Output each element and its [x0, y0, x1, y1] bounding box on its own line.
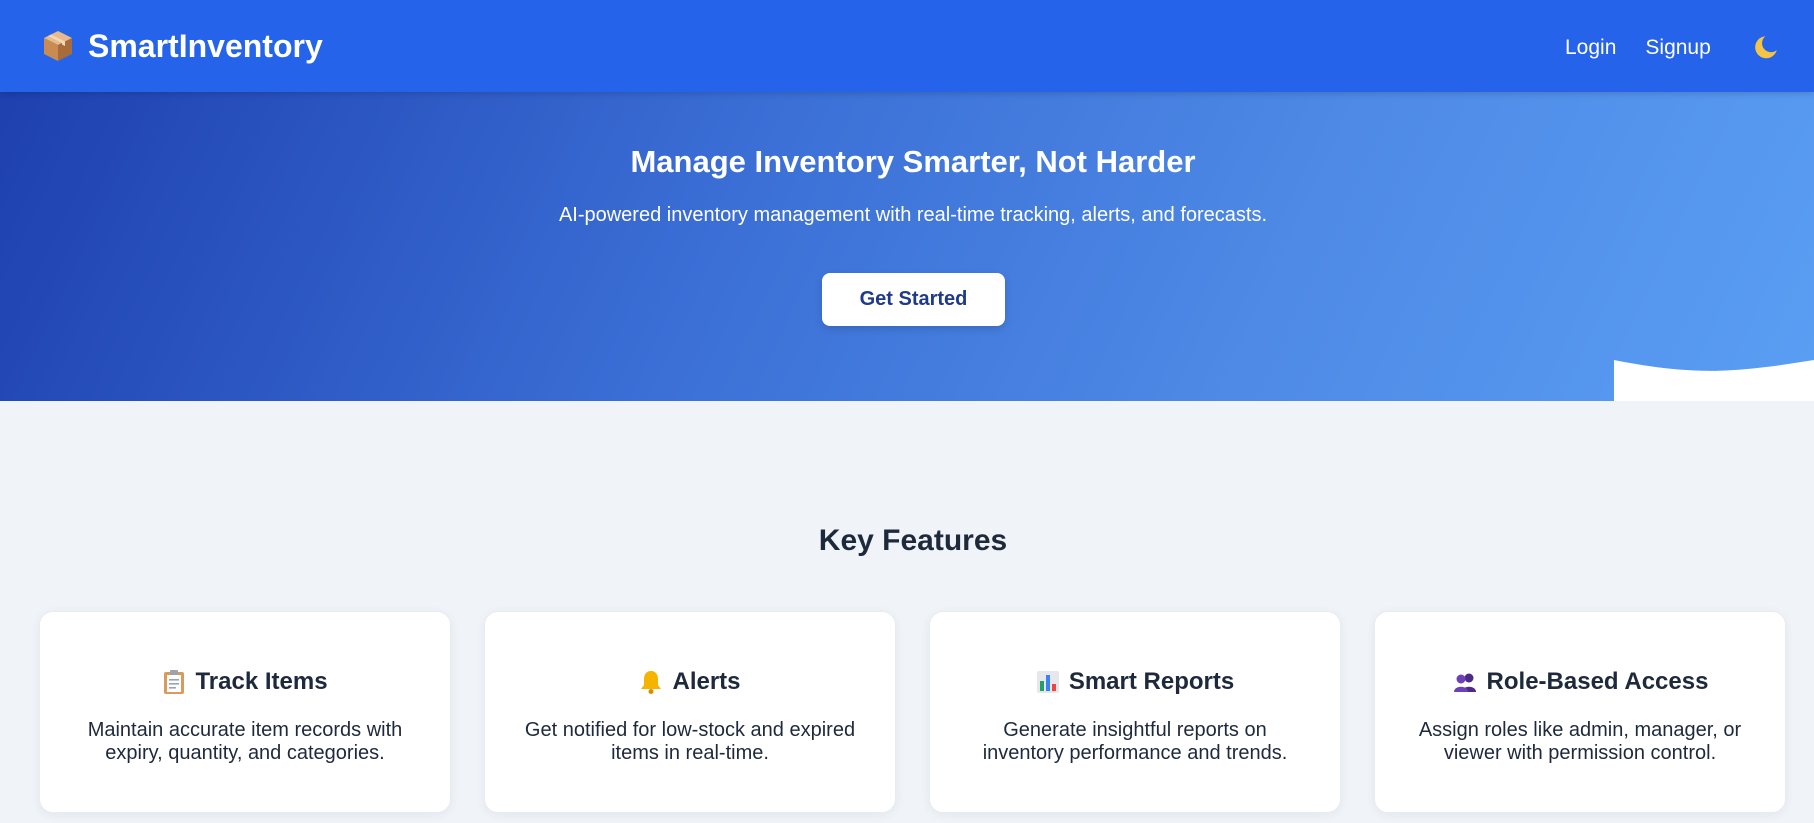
feature-card-alerts: Alerts Get notified for low-stock and ex…	[484, 611, 896, 813]
get-started-button[interactable]: Get Started	[822, 273, 1005, 326]
feature-title: Alerts	[672, 668, 741, 695]
theme-toggle-button[interactable]	[1752, 34, 1778, 60]
hero-wave-divider	[1614, 360, 1814, 401]
feature-description: Get notified for low-stock and expired i…	[524, 719, 856, 764]
feature-title: Track Items	[195, 668, 328, 695]
feature-title: Role-Based Access	[1486, 668, 1709, 695]
hero-title: Manage Inventory Smarter, Not Harder	[630, 144, 1196, 179]
clipboard-icon	[164, 670, 185, 694]
feature-card-role-based-access: Role-Based Access Assign roles like admi…	[1374, 611, 1786, 813]
features-title: Key Features	[818, 524, 1008, 557]
navbar: SmartInventory Login Signup	[0, 0, 1814, 92]
feature-description: Generate insightful reports on inventory…	[982, 719, 1288, 764]
feature-card-header: Smart Reports	[930, 668, 1340, 696]
bar-chart-icon	[1036, 671, 1059, 693]
feature-card-header: Alerts	[485, 668, 895, 696]
bell-icon	[641, 671, 662, 694]
feature-description: Maintain accurate item records with expi…	[87, 719, 403, 764]
brand-name: SmartInventory	[88, 27, 323, 64]
feature-card-track-items: Track Items Maintain accurate item recor…	[39, 611, 451, 813]
feature-title: Smart Reports	[1068, 668, 1235, 695]
hero-section: Manage Inventory Smarter, Not Harder AI-…	[0, 92, 1814, 401]
login-link[interactable]: Login	[1565, 36, 1616, 60]
feature-card-header: Role-Based Access	[1375, 668, 1785, 696]
package-icon	[44, 31, 72, 61]
nav-links: Login Signup	[1565, 36, 1711, 60]
signup-link[interactable]: Signup	[1645, 36, 1710, 60]
feature-card-header: Track Items	[40, 668, 450, 696]
hero-subtitle: AI-powered inventory management with rea…	[558, 204, 1268, 226]
moon-icon	[1755, 36, 1777, 59]
users-icon	[1453, 673, 1476, 692]
feature-card-smart-reports: Smart Reports Generate insightful report…	[929, 611, 1341, 813]
brand[interactable]: SmartInventory	[42, 26, 323, 66]
feature-description: Assign roles like admin, manager, or vie…	[1418, 719, 1742, 764]
